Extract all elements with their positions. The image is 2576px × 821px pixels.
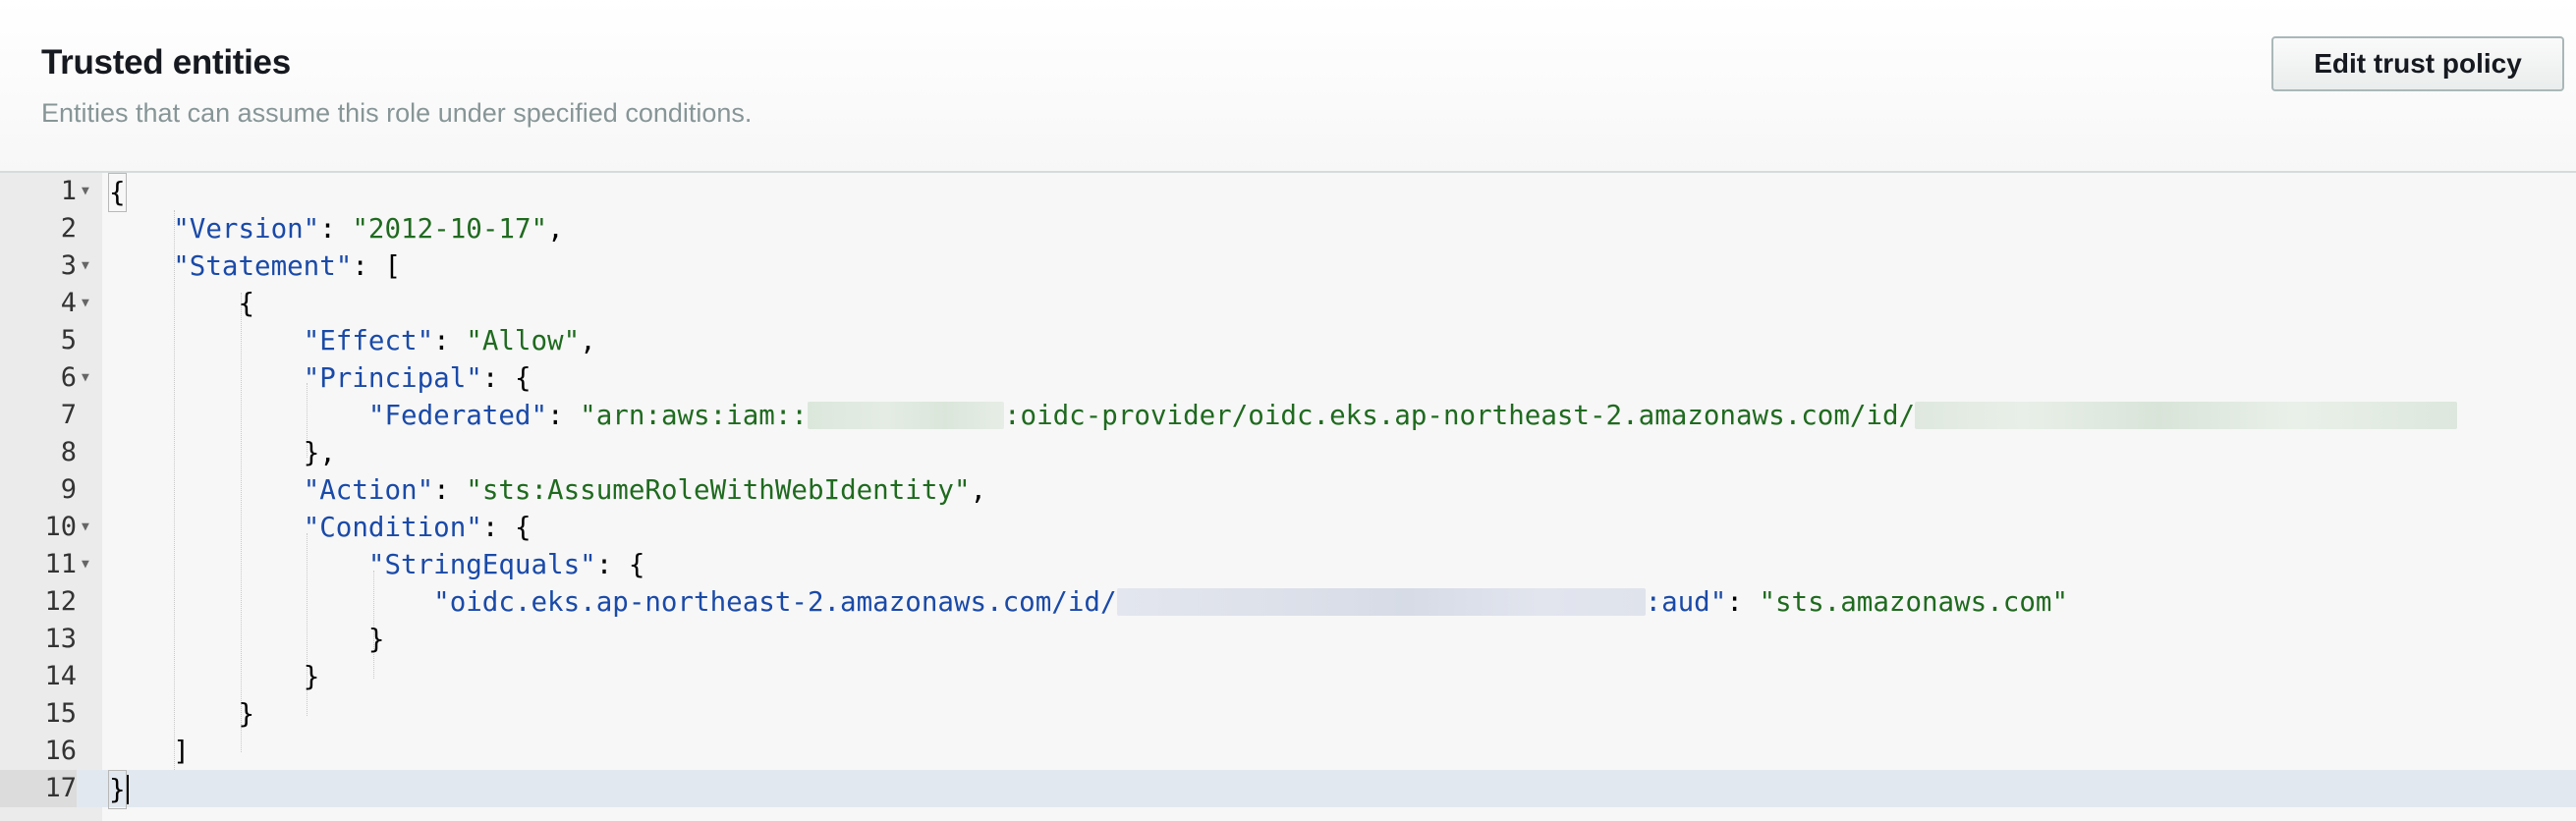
json-string: :oidc-provider/oidc.eks.ap-northeast-2.a… [1003, 400, 1916, 431]
code-line: 4 ▼ { [0, 285, 2576, 322]
brace-close: } [238, 698, 255, 730]
line-number: 16 [44, 736, 77, 766]
code-line: 1 ▼ { [0, 173, 2576, 212]
brace-close: }, [303, 437, 336, 468]
line-number: 10 [44, 512, 77, 542]
redacted-oidc-id [1915, 402, 2458, 429]
line-number: 2 [60, 213, 77, 244]
code-line: 5 "Effect": "Allow", [0, 322, 2576, 359]
code-line: 15 } [0, 695, 2576, 733]
line-number: 1 [60, 176, 77, 206]
json-key: "StringEquals" [367, 549, 596, 580]
fold-arrow-icon[interactable]: ▼ [82, 285, 95, 322]
json-key: "Principal" [303, 362, 482, 394]
line-number: 3 [60, 250, 77, 281]
line-number: 12 [44, 586, 77, 617]
brace-close: } [108, 770, 127, 809]
redacted-account-id [807, 402, 1004, 429]
brace-close: } [303, 661, 320, 692]
line-number: 7 [60, 400, 77, 430]
bracket-close: ] [173, 736, 190, 767]
trusted-entities-header: Trusted entities Entities that can assum… [0, 0, 2576, 173]
edit-trust-policy-button[interactable]: Edit trust policy [2271, 36, 2564, 91]
line-number: 14 [44, 661, 77, 691]
section-title: Trusted entities [41, 43, 291, 82]
json-string: "2012-10-17" [352, 213, 548, 245]
line-number: 17 [0, 770, 77, 807]
brace-open: { [238, 288, 255, 319]
json-key: "Condition" [303, 512, 482, 543]
json-key: "Statement" [173, 250, 353, 282]
line-number: 5 [60, 325, 77, 356]
line-number: 11 [44, 549, 77, 579]
line-number: 13 [44, 624, 77, 654]
code-line: 16 ] [0, 733, 2576, 770]
trust-policy-code-editor[interactable]: 1 ▼ { 2 "Version": "2012-10-17", 3 ▼ "St… [0, 173, 2576, 821]
json-string: "arn:aws:iam:: [580, 400, 808, 431]
code-line-active: 17 } [0, 770, 2576, 809]
section-subtitle: Entities that can assume this role under… [41, 98, 753, 128]
code-line: 11 ▼ "StringEquals": { [0, 546, 2576, 583]
code-line: 9 "Action": "sts:AssumeRoleWithWebIdenti… [0, 471, 2576, 509]
line-number: 8 [60, 437, 77, 467]
line-number: 6 [60, 362, 77, 393]
line-number: 9 [60, 474, 77, 505]
json-key: :aud" [1645, 586, 1727, 618]
json-string: "sts.amazonaws.com" [1759, 586, 2069, 618]
brace-open: { [514, 362, 532, 394]
json-string: "sts:AssumeRoleWithWebIdentity" [466, 474, 971, 506]
line-number: 15 [44, 698, 77, 729]
bracket-open: [ [384, 250, 402, 282]
brace-close: } [367, 624, 385, 655]
code-line: 3 ▼ "Statement": [ [0, 247, 2576, 285]
json-key: "Action" [303, 474, 434, 506]
json-key: "Federated" [367, 400, 548, 431]
json-string: "Allow" [466, 325, 581, 356]
code-line: 10 ▼ "Condition": { [0, 509, 2576, 546]
json-key: "oidc.eks.ap-northeast-2.amazonaws.com/i… [433, 586, 1117, 618]
brace-open: { [628, 549, 645, 580]
code-line: 13 } [0, 621, 2576, 658]
code-line: 8 }, [0, 434, 2576, 471]
redacted-oidc-id [1116, 588, 1646, 616]
fold-arrow-icon[interactable]: ▼ [82, 359, 95, 397]
code-line: 2 "Version": "2012-10-17", [0, 210, 2576, 247]
fold-arrow-icon[interactable]: ▼ [82, 247, 95, 285]
code-line: 12 "oidc.eks.ap-northeast-2.amazonaws.co… [0, 583, 2576, 621]
fold-arrow-icon[interactable]: ▼ [82, 173, 95, 210]
json-key: "Version" [173, 213, 320, 245]
brace-open: { [514, 512, 532, 543]
code-line: 7 "Federated": "arn:aws:iam:::oidc-provi… [0, 397, 2576, 434]
text-cursor [126, 775, 129, 804]
fold-arrow-icon[interactable]: ▼ [82, 509, 95, 546]
code-line: 6 ▼ "Principal": { [0, 359, 2576, 397]
brace-open: { [108, 173, 127, 212]
line-number: 4 [60, 288, 77, 318]
code-line: 14 } [0, 658, 2576, 695]
json-key: "Effect" [303, 325, 434, 356]
fold-arrow-icon[interactable]: ▼ [82, 546, 95, 583]
